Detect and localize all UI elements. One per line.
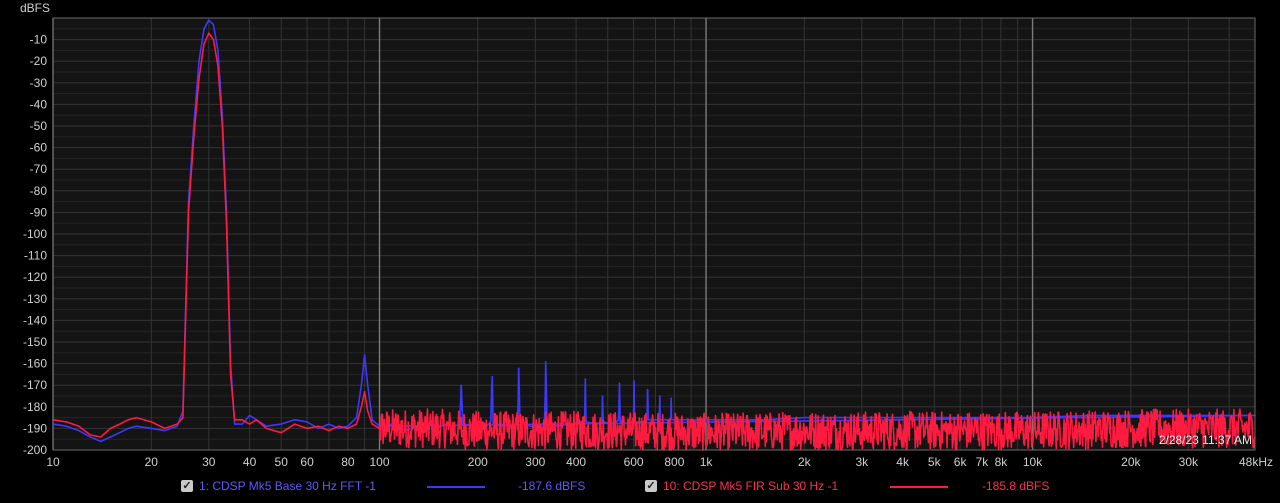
y-tick-label: -140 [23, 313, 47, 327]
x-tick-label: 200 [468, 455, 488, 469]
legend-value: -185.8 dBFS [982, 479, 1050, 493]
y-tick-label: -80 [30, 184, 48, 198]
y-tick-label: -180 [23, 400, 47, 414]
y-tick-label: -200 [23, 443, 47, 457]
x-tick-label: 1k [700, 455, 714, 469]
y-tick-label: -70 [30, 162, 48, 176]
y-tick-label: -10 [30, 33, 48, 47]
x-tick-label: 48kHz [1239, 455, 1273, 469]
y-tick-label: -40 [30, 97, 48, 111]
x-tick-label: 4k [896, 455, 910, 469]
x-tick-label: 10k [1023, 455, 1043, 469]
grid [52, 17, 1255, 451]
y-tick-labels: -10 -20 -30 -40 -50 -60 -70 -80 -90 -100 -110 -120 -… [23, 33, 47, 457]
x-tick-label: 40 [243, 455, 257, 469]
x-tick-label: 10 [46, 455, 60, 469]
checkbox-checked-icon[interactable]: ✓ [181, 480, 193, 492]
x-tick-labels: 10 20 30 40 50 60 80 100 200 300 400 600 800 1k 2k 3k 4k… [46, 455, 1273, 469]
y-tick-label: -110 [24, 249, 47, 263]
x-tick-label: 5k [928, 455, 942, 469]
x-tick-label: 20 [145, 455, 159, 469]
y-tick-label: -190 [23, 421, 47, 435]
x-tick-label: 60 [300, 455, 314, 469]
y-tick-label: -150 [23, 335, 47, 349]
x-tick-label: 30k [1179, 455, 1199, 469]
x-tick-label: 3k [855, 455, 869, 469]
x-tick-label: 80 [341, 455, 355, 469]
y-tick-label: -130 [23, 292, 47, 306]
x-tick-label: 400 [566, 455, 586, 469]
x-tick-label: 30 [202, 455, 216, 469]
legend: ✓ 1: CDSP Mk5 Base 30 Hz FFT -1 -187.6 d… [0, 474, 1280, 500]
y-tick-label: -20 [30, 54, 48, 68]
y-tick-label: -50 [30, 119, 48, 133]
legend-swatch-red [890, 486, 948, 488]
legend-item-fir[interactable]: ✓ 10: CDSP Mk5 FIR Sub 30 Hz -1 [645, 479, 838, 493]
legend-swatch-blue [427, 486, 485, 488]
y-tick-label: -120 [23, 270, 47, 284]
y-tick-label: -90 [30, 205, 48, 219]
fft-chart: -10 -20 -30 -40 -50 -60 -70 -80 -90 -100 -110 -120 -… [23, 17, 1273, 469]
x-tick-label: 100 [370, 455, 390, 469]
y-tick-label: -100 [23, 227, 47, 241]
y-tick-label: -60 [30, 141, 48, 155]
x-tick-label: 50 [275, 455, 289, 469]
y-tick-label: -160 [23, 357, 47, 371]
legend-item-base[interactable]: ✓ 1: CDSP Mk5 Base 30 Hz FFT -1 [181, 479, 376, 493]
x-tick-label: 20k [1121, 455, 1141, 469]
x-tick-label: 7k [976, 455, 990, 469]
legend-value: -187.6 dBFS [518, 479, 586, 493]
checkbox-checked-icon[interactable]: ✓ [645, 480, 657, 492]
legend-label: 1: CDSP Mk5 Base 30 Hz FFT -1 [199, 479, 376, 493]
x-tick-label: 8k [995, 455, 1009, 469]
x-tick-label: 6k [954, 455, 968, 469]
x-tick-label: 300 [525, 455, 545, 469]
y-tick-label: -170 [23, 378, 47, 392]
timestamp-label: 2/28/23 11:37 AM [1158, 433, 1252, 447]
x-tick-label: 600 [624, 455, 644, 469]
y-tick-label: -30 [30, 76, 48, 90]
x-tick-label: 2k [798, 455, 812, 469]
x-tick-label: 800 [664, 455, 684, 469]
legend-label: 10: CDSP Mk5 FIR Sub 30 Hz -1 [663, 479, 839, 493]
